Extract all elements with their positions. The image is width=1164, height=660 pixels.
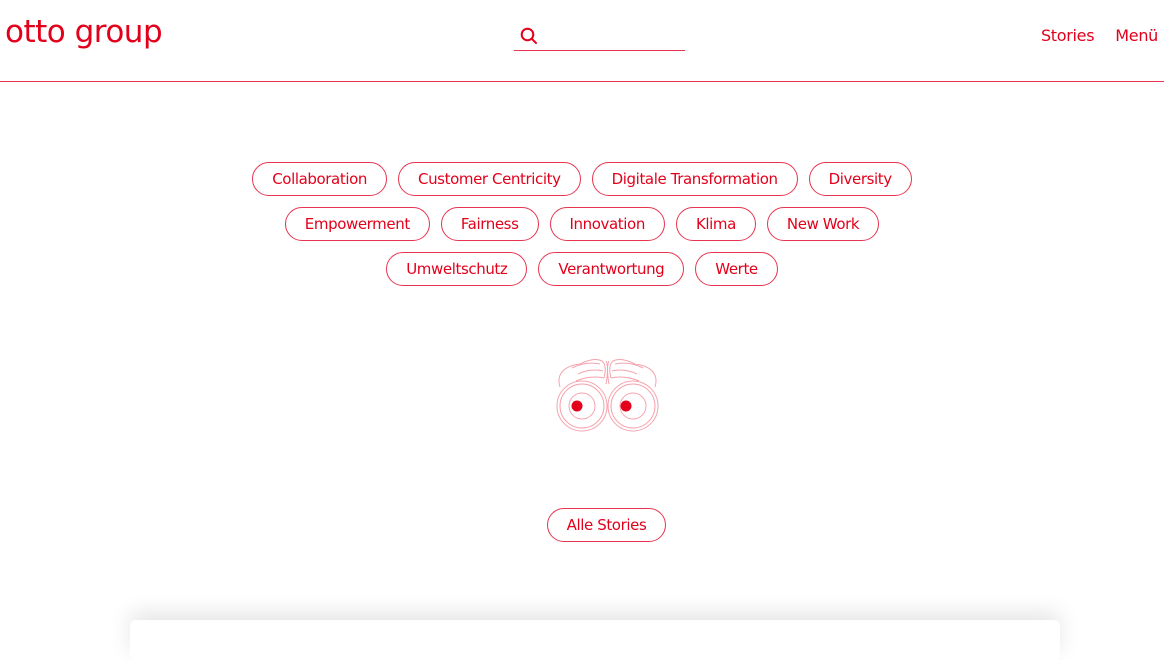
tag-customer-centricity[interactable]: Customer Centricity [398, 162, 581, 196]
topic-tags: Collaboration Customer Centricity Digita… [0, 162, 1164, 286]
tag-verantwortung[interactable]: Verantwortung [538, 252, 685, 286]
nav-menu-link[interactable]: Menü [1115, 26, 1158, 45]
main-nav: Stories Menü [1041, 26, 1158, 45]
nav-stories-link[interactable]: Stories [1041, 26, 1095, 45]
tag-row-2: Empowerment Fairness Innovation Klima Ne… [284, 207, 880, 241]
tag-collaboration[interactable]: Collaboration [252, 162, 387, 196]
tag-row-1: Collaboration Customer Centricity Digita… [252, 162, 912, 196]
tag-digitale-transformation[interactable]: Digitale Transformation [591, 162, 798, 196]
tag-klima[interactable]: Klima [675, 207, 756, 241]
tag-fairness[interactable]: Fairness [440, 207, 539, 241]
bottom-content-card [130, 620, 1060, 660]
tag-row-3: Umweltschutz Verantwortung Werte [386, 252, 778, 286]
search-bar[interactable] [514, 22, 744, 51]
site-header: otto group Stories Menü [0, 0, 1164, 82]
search-icon[interactable] [519, 26, 539, 46]
otto-group-logo[interactable]: otto group [5, 14, 163, 50]
tag-empowerment[interactable]: Empowerment [284, 207, 430, 241]
tag-diversity[interactable]: Diversity [808, 162, 912, 196]
binoculars-icon [550, 352, 665, 434]
tag-werte[interactable]: Werte [695, 252, 778, 286]
tag-umweltschutz[interactable]: Umweltschutz [386, 252, 528, 286]
tag-innovation[interactable]: Innovation [549, 207, 665, 241]
tag-new-work[interactable]: New Work [766, 207, 880, 241]
search-input[interactable] [545, 24, 744, 48]
all-stories-button[interactable]: Alle Stories [547, 508, 666, 542]
